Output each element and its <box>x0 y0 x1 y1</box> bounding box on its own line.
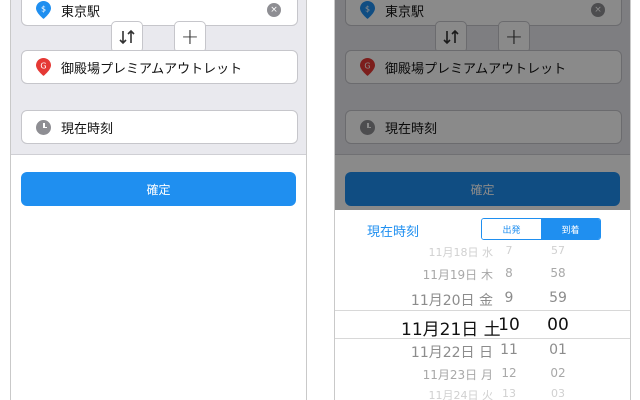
selected-minute: 00 <box>547 315 569 335</box>
minute-option: 57 <box>551 244 565 257</box>
subway-pin-icon: $ <box>36 1 51 19</box>
hour-option: 9 <box>504 290 514 306</box>
wheel-row-selected[interactable]: 11月21日 土 10 00 <box>335 315 630 340</box>
clock-icon <box>36 119 51 135</box>
current-time-button[interactable]: 現在時刻 <box>367 221 419 240</box>
date-option: 11月24日 火 <box>428 389 494 400</box>
selected-date: 11月21日 土 <box>401 320 501 340</box>
origin-label: 東京駅 <box>61 4 101 20</box>
swap-arrows-icon <box>119 29 135 45</box>
time-field[interactable]: 現在時刻 <box>21 110 298 144</box>
destination-label: 御殿場プレミアムアウトレット <box>61 61 243 77</box>
minute-option: 58 <box>550 266 566 280</box>
minute-option: 01 <box>549 342 567 358</box>
selected-hour: 10 <box>498 315 520 335</box>
clear-icon[interactable]: × <box>267 3 281 17</box>
wheel-row[interactable]: 11月18日 水 7 57 <box>335 244 630 268</box>
svg-text:$: $ <box>41 5 46 14</box>
date-option: 11月20日 金 <box>410 293 493 309</box>
minute-option: 03 <box>551 387 565 400</box>
route-search-screen: $ 東京駅 × + G 御殿場プレミアムアウトレット 現在時刻 確定 <box>10 0 307 400</box>
date-option: 11月23日 月 <box>422 368 493 382</box>
dim-overlay[interactable] <box>335 0 630 210</box>
arrival-segment[interactable]: 到着 <box>541 219 600 239</box>
date-option: 11月18日 水 <box>428 246 494 259</box>
hour-option: 8 <box>505 266 513 280</box>
minute-option: 02 <box>550 366 566 380</box>
hour-option: 11 <box>500 342 518 358</box>
wheel-row[interactable]: 11月19日 木 8 58 <box>335 266 630 290</box>
time-label: 現在時刻 <box>61 121 114 137</box>
date-option: 11月19日 木 <box>422 268 493 282</box>
datetime-picker-sheet: 現在時刻 出発 到着 11月18日 水 7 57 11月19日 木 8 58 1… <box>335 210 630 400</box>
datetime-wheel[interactable]: 11月18日 水 7 57 11月19日 木 8 58 11月20日 金 9 5… <box>335 244 630 400</box>
picker-header: 現在時刻 出発 到着 <box>335 210 630 248</box>
wheel-row[interactable]: 11月22日 日 11 01 <box>335 342 630 366</box>
origin-field[interactable]: $ 東京駅 × <box>21 0 298 26</box>
wheel-row[interactable]: 11月20日 金 9 59 <box>335 290 630 314</box>
time-picker-screen: $ 東京駅 × + G 御殿場プレミアムアウトレット 現在時刻 確定 現在時刻 … <box>334 0 631 400</box>
hour-option: 13 <box>502 387 516 400</box>
date-option: 11月22日 日 <box>410 345 493 361</box>
swap-button[interactable] <box>111 21 143 53</box>
minute-option: 59 <box>549 290 567 306</box>
departure-arrival-toggle: 出発 到着 <box>481 218 601 240</box>
add-waypoint-button[interactable]: + <box>174 21 206 53</box>
destination-pin-icon: G <box>36 58 51 76</box>
departure-segment[interactable]: 出発 <box>482 219 541 239</box>
hour-option: 7 <box>505 244 513 257</box>
route-form-area: $ 東京駅 × + G 御殿場プレミアムアウトレット 現在時刻 <box>11 0 306 155</box>
confirm-button[interactable]: 確定 <box>21 172 296 206</box>
wheel-row[interactable]: 11月24日 火 13 03 <box>335 387 630 400</box>
destination-field[interactable]: G 御殿場プレミアムアウトレット <box>21 50 298 84</box>
svg-text:G: G <box>40 62 46 71</box>
hour-option: 12 <box>501 366 517 380</box>
